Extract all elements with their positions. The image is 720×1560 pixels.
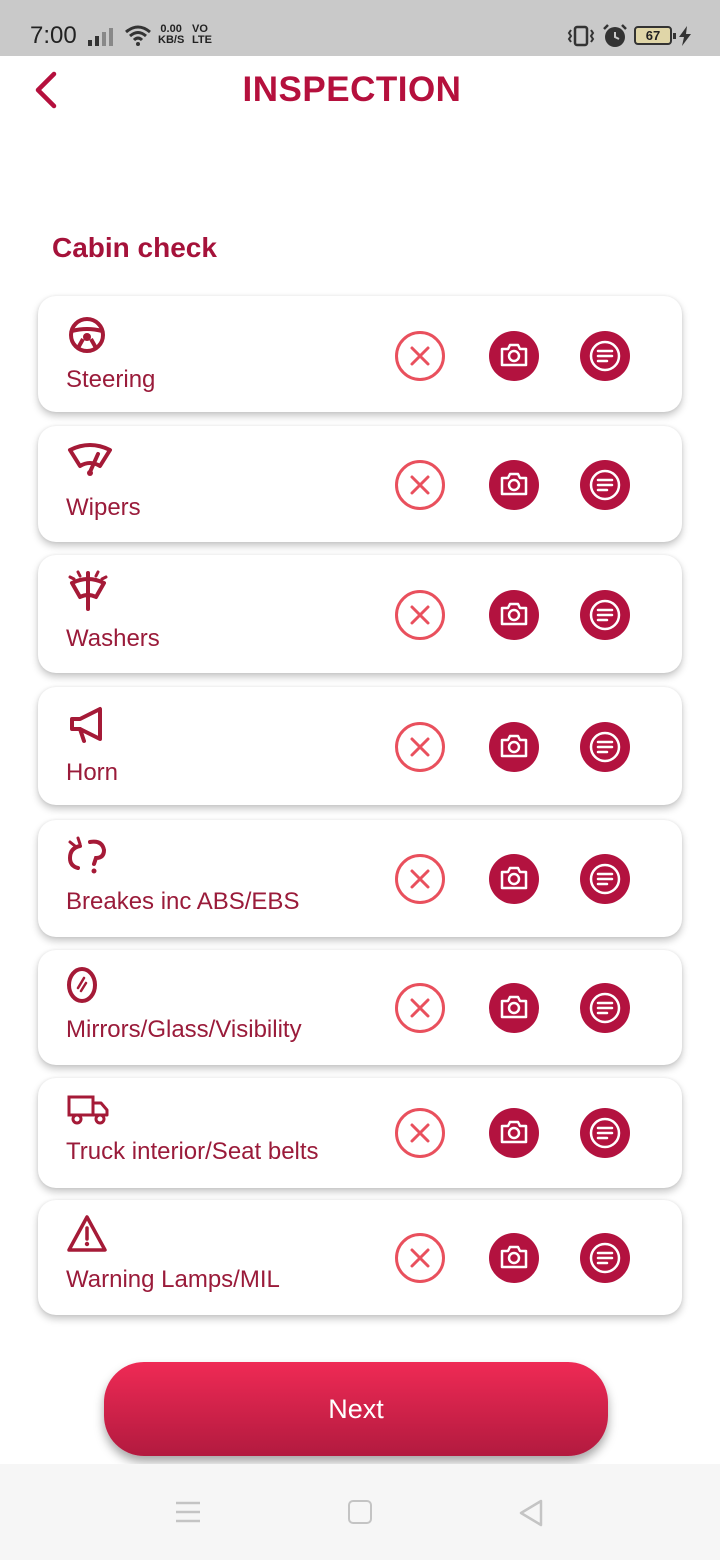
camera-icon xyxy=(500,602,528,626)
note-button[interactable] xyxy=(580,460,630,510)
note-icon xyxy=(589,731,621,763)
note-icon xyxy=(589,1117,621,1149)
horn-icon xyxy=(70,707,102,743)
washer-icon xyxy=(68,570,108,611)
inspection-item-brakes: Breakes inc ABS/EBS xyxy=(38,820,682,937)
network-type: VO LTE xyxy=(192,24,212,46)
camera-button[interactable] xyxy=(489,983,539,1033)
camera-button[interactable] xyxy=(489,331,539,381)
camera-icon xyxy=(500,734,528,758)
inspection-item-truck-interior: Truck interior/Seat belts xyxy=(38,1078,682,1188)
camera-icon xyxy=(500,472,528,496)
status-bar: 7:00 0.00 KB/S VO LTE 67 xyxy=(0,0,720,56)
camera-icon xyxy=(500,1120,528,1144)
charging-icon xyxy=(679,26,691,46)
close-circle-icon xyxy=(410,869,430,889)
item-label: Steering xyxy=(66,366,156,393)
system-nav-bar xyxy=(0,1464,720,1560)
camera-button[interactable] xyxy=(489,854,539,904)
page-title: INSPECTION xyxy=(242,70,462,109)
home-icon[interactable] xyxy=(348,1500,372,1524)
note-icon xyxy=(589,1242,621,1274)
note-icon xyxy=(589,992,621,1024)
note-button[interactable] xyxy=(580,983,630,1033)
note-button[interactable] xyxy=(580,722,630,772)
camera-button[interactable] xyxy=(489,1233,539,1283)
close-circle-icon xyxy=(410,737,430,757)
vibrate-icon xyxy=(567,25,595,47)
note-button[interactable] xyxy=(580,854,630,904)
inspection-item-warning-lamps: Warning Lamps/MIL xyxy=(38,1200,682,1315)
camera-icon xyxy=(500,995,528,1019)
section-title: Cabin check xyxy=(52,232,217,263)
close-circle-icon xyxy=(410,605,430,625)
item-label: Truck interior/Seat belts xyxy=(66,1138,319,1165)
close-circle-icon xyxy=(410,1248,430,1268)
inspection-item-mirrors: Mirrors/Glass/Visibility xyxy=(38,950,682,1065)
next-button[interactable]: Next xyxy=(104,1362,608,1456)
item-label: Washers xyxy=(66,625,160,652)
fail-button[interactable] xyxy=(395,590,445,640)
close-circle-icon xyxy=(410,346,430,366)
item-label: Horn xyxy=(66,759,119,786)
status-time: 7:00 xyxy=(30,22,77,49)
alarm-icon xyxy=(603,24,627,47)
note-icon xyxy=(589,863,621,895)
truck-icon xyxy=(67,1095,109,1125)
inspection-item-steering: Steering xyxy=(38,296,682,412)
fail-button[interactable] xyxy=(395,331,445,381)
camera-button[interactable] xyxy=(489,722,539,772)
wifi-icon xyxy=(125,25,151,46)
camera-icon xyxy=(500,1245,528,1269)
camera-icon xyxy=(500,343,528,367)
close-circle-icon xyxy=(410,1123,430,1143)
warning-icon xyxy=(67,1215,107,1252)
menu-icon[interactable] xyxy=(175,1500,201,1524)
brake-icon xyxy=(67,836,107,874)
fail-button[interactable] xyxy=(395,1108,445,1158)
fail-button[interactable] xyxy=(395,983,445,1033)
inspection-item-wipers: Wipers xyxy=(38,426,682,542)
note-icon xyxy=(589,469,621,501)
fail-button[interactable] xyxy=(395,854,445,904)
note-icon xyxy=(589,340,621,372)
fail-button[interactable] xyxy=(395,722,445,772)
inspection-item-horn: Horn xyxy=(38,687,682,805)
close-circle-icon xyxy=(410,475,430,495)
signal-icon xyxy=(88,28,113,46)
nav-back-icon[interactable] xyxy=(518,1498,544,1528)
wiper-icon xyxy=(68,443,112,476)
net-speed: 0.00 KB/S xyxy=(158,24,184,46)
note-button[interactable] xyxy=(580,1108,630,1158)
camera-button[interactable] xyxy=(489,1108,539,1158)
note-button[interactable] xyxy=(580,590,630,640)
item-label: Wipers xyxy=(66,494,141,521)
note-button[interactable] xyxy=(580,331,630,381)
camera-button[interactable] xyxy=(489,460,539,510)
mirror-icon xyxy=(67,967,97,1003)
battery-icon: 67 xyxy=(634,26,676,45)
fail-button[interactable] xyxy=(395,1233,445,1283)
network-label-bottom: LTE xyxy=(192,34,212,46)
camera-icon xyxy=(500,866,528,890)
net-speed-unit: KB/S xyxy=(158,34,185,46)
item-label: Mirrors/Glass/Visibility xyxy=(66,1016,302,1043)
note-button[interactable] xyxy=(580,1233,630,1283)
inspection-item-washers: Washers xyxy=(38,555,682,673)
close-circle-icon xyxy=(410,998,430,1018)
fail-button[interactable] xyxy=(395,460,445,510)
item-label: Breakes inc ABS/EBS xyxy=(66,888,300,915)
steering-wheel-icon xyxy=(69,317,105,353)
item-label: Warning Lamps/MIL xyxy=(66,1266,280,1293)
camera-button[interactable] xyxy=(489,590,539,640)
note-icon xyxy=(589,599,621,631)
